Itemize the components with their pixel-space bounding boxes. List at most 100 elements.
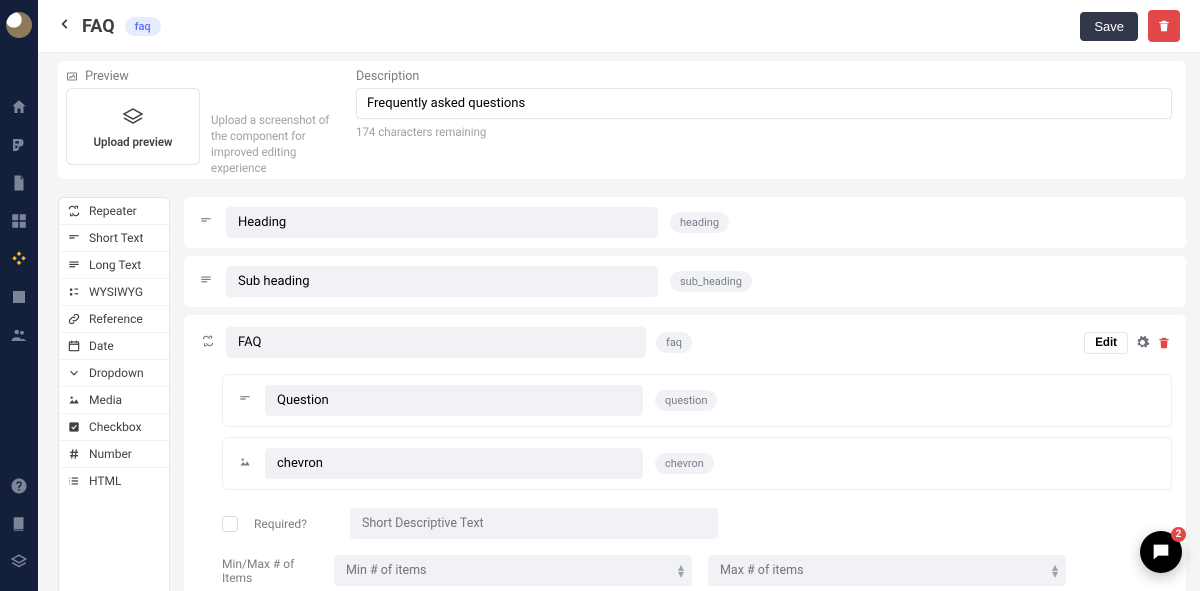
image-icon: [66, 71, 78, 83]
repeater-edit-button[interactable]: Edit: [1084, 332, 1128, 354]
back-button[interactable]: [58, 17, 72, 35]
min-items-input[interactable]: [334, 555, 692, 586]
blog-icon: [10, 136, 28, 154]
palette-html[interactable]: HTML: [59, 468, 169, 494]
preview-help-text: Upload a screenshot of the component for…: [211, 112, 331, 176]
palette-short-text[interactable]: Short Text: [59, 225, 169, 252]
description-input[interactable]: [356, 88, 1172, 119]
minmax-label: Min/Max # of Items: [222, 557, 318, 585]
link-icon: [67, 312, 81, 326]
long-text-icon: [67, 258, 81, 272]
component-slug-badge: faq: [125, 17, 161, 36]
vertical-nav: [0, 0, 38, 591]
chat-icon: [1150, 541, 1172, 563]
description-remaining: 174 characters remaining: [356, 125, 1172, 139]
short-text-icon: [67, 231, 81, 245]
components-icon: [10, 250, 28, 268]
palette-number[interactable]: Number: [59, 441, 169, 468]
home-icon: [10, 98, 28, 116]
drag-handle[interactable]: [198, 214, 214, 232]
nav-pages[interactable]: [0, 164, 38, 202]
repeater-child-chevron[interactable]: chevron: [222, 437, 1172, 490]
page-title: FAQ: [82, 16, 115, 37]
nav-layers[interactable]: [0, 543, 38, 581]
wysiwyg-icon: [67, 285, 81, 299]
media-icon: [10, 288, 28, 306]
workspace-avatar[interactable]: [6, 12, 32, 38]
field-name-input[interactable]: [226, 266, 658, 297]
description-label: Description: [356, 69, 1172, 84]
repeater-icon: [200, 334, 216, 348]
trash-icon: [1157, 336, 1171, 350]
topbar: FAQ faq Save: [38, 0, 1200, 53]
nav-help[interactable]: [0, 467, 38, 505]
repeater-slug: faq: [656, 332, 692, 353]
help-icon: [10, 477, 28, 495]
trash-icon: [1157, 19, 1171, 33]
short-text-icon: [198, 214, 214, 228]
max-items-input[interactable]: [708, 555, 1066, 586]
layers-icon: [10, 553, 28, 571]
nav-docs[interactable]: [0, 505, 38, 543]
repeater-icon: [67, 204, 81, 218]
nav-users[interactable]: [0, 316, 38, 354]
palette-repeater[interactable]: Repeater: [59, 198, 169, 225]
page-icon: [10, 174, 28, 192]
repeater-name-input[interactable]: [226, 327, 646, 358]
palette-date[interactable]: Date: [59, 333, 169, 360]
palette-wysiwyg[interactable]: WYSIWYG: [59, 279, 169, 306]
list-icon: [67, 474, 81, 488]
fields-canvas: heading sub_heading: [184, 197, 1186, 591]
checkbox-icon: [67, 420, 81, 434]
field-type-palette: Repeater Short Text Long Text WYSIWYG: [58, 197, 170, 591]
palette-long-text[interactable]: Long Text: [59, 252, 169, 279]
repeater-block-faq: faq Edit: [184, 315, 1186, 591]
users-icon: [10, 326, 28, 344]
layers-outline-icon: [116, 105, 150, 129]
drag-handle[interactable]: [237, 455, 253, 473]
nav-collections[interactable]: [0, 202, 38, 240]
chat-badge: 2: [1171, 527, 1186, 542]
nav-media[interactable]: [0, 278, 38, 316]
repeater-child-question[interactable]: question: [222, 374, 1172, 427]
chevron-down-icon: [67, 366, 81, 380]
repeater-delete-button[interactable]: [1156, 335, 1172, 351]
nav-home[interactable]: [0, 88, 38, 126]
field-slug: chevron: [655, 453, 714, 474]
delete-button[interactable]: [1148, 10, 1180, 42]
hash-icon: [67, 447, 81, 461]
chat-fab[interactable]: 2: [1140, 531, 1182, 573]
image-mountain-icon: [67, 393, 81, 407]
palette-checkbox[interactable]: Checkbox: [59, 414, 169, 441]
required-checkbox[interactable]: [222, 516, 238, 532]
nav-components[interactable]: [0, 240, 38, 278]
field-block-subheading[interactable]: sub_heading: [184, 256, 1186, 307]
drag-handle[interactable]: [198, 273, 214, 291]
field-slug: question: [655, 390, 717, 411]
palette-media[interactable]: Media: [59, 387, 169, 414]
field-name-input[interactable]: [226, 207, 658, 238]
drag-handle[interactable]: [237, 392, 253, 410]
field-slug: heading: [670, 212, 729, 233]
field-block-heading[interactable]: heading: [184, 197, 1186, 248]
calendar-icon: [67, 339, 81, 353]
palette-dropdown[interactable]: Dropdown: [59, 360, 169, 387]
repeater-settings-button[interactable]: [1134, 335, 1150, 351]
preview-label: Preview: [66, 69, 336, 84]
gear-icon: [1135, 335, 1150, 350]
drag-handle[interactable]: [198, 334, 216, 352]
field-name-input[interactable]: [265, 385, 643, 416]
grid-icon: [10, 212, 28, 230]
field-slug: sub_heading: [670, 271, 752, 292]
long-text-icon: [198, 273, 214, 287]
short-descriptive-input[interactable]: [350, 508, 718, 539]
short-text-icon: [237, 392, 253, 406]
palette-reference[interactable]: Reference: [59, 306, 169, 333]
required-label: Required?: [254, 517, 334, 531]
nav-blog[interactable]: [0, 126, 38, 164]
image-mountain-icon: [237, 455, 253, 469]
chevron-left-icon: [58, 17, 72, 31]
field-name-input[interactable]: [265, 448, 643, 479]
save-button[interactable]: Save: [1080, 12, 1138, 41]
upload-preview-button[interactable]: Upload preview: [66, 88, 200, 165]
